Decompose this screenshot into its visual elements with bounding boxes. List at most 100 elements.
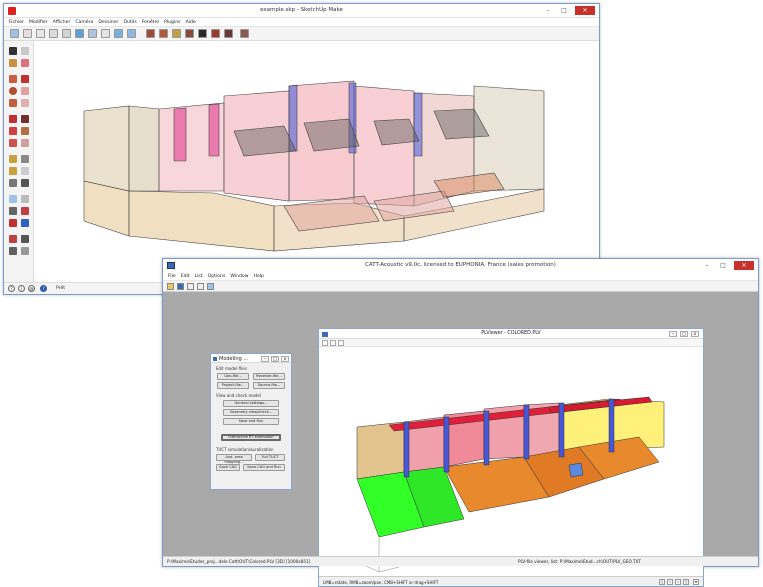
credits-icon[interactable]: i (18, 285, 25, 292)
menu-window[interactable]: Window (230, 272, 248, 281)
window-icon[interactable] (207, 283, 214, 290)
maximize-icon[interactable]: □ (557, 6, 571, 15)
restore-icon[interactable]: □ (271, 355, 279, 362)
shaded-icon[interactable] (114, 29, 123, 38)
catt-title-bar[interactable]: CATT-Acoustic v9.0c, licensed to EUPHONI… (163, 259, 758, 272)
paint-bucket-icon[interactable] (9, 59, 17, 67)
maximize-icon[interactable]: □ (716, 261, 730, 270)
right-view-icon[interactable] (49, 29, 58, 38)
viewer-icon[interactable] (197, 283, 204, 290)
wireframe-icon[interactable] (88, 29, 97, 38)
menu-help[interactable]: Aide (186, 18, 196, 27)
plugin-tool-icon[interactable] (172, 29, 181, 38)
select-arrow-icon[interactable] (9, 47, 17, 55)
previous-page-icon[interactable]: ‹ (667, 579, 673, 585)
walk-icon[interactable] (9, 247, 17, 255)
front-view-icon[interactable] (36, 29, 45, 38)
maximize-icon[interactable]: □ (680, 330, 688, 337)
viewer-tool-icon[interactable] (330, 340, 336, 346)
close-icon[interactable]: x (691, 330, 699, 337)
viewer-tool-icon[interactable] (338, 340, 344, 346)
previous-view-icon[interactable] (21, 219, 29, 227)
minimize-icon[interactable]: – (669, 330, 677, 337)
source-file-button[interactable]: Source-file... (253, 382, 285, 389)
help-icon[interactable]: ? (40, 285, 47, 292)
last-page-icon[interactable]: | (683, 579, 689, 585)
arc-icon[interactable] (21, 87, 29, 95)
menu-draw[interactable]: Dessiner (98, 18, 118, 27)
text-icon[interactable] (21, 167, 29, 175)
follow-me-icon[interactable] (21, 127, 29, 135)
menu-file[interactable]: File (168, 272, 176, 281)
orbit-icon[interactable] (9, 195, 17, 203)
line-icon[interactable] (21, 75, 29, 83)
minimize-icon[interactable]: – (261, 355, 269, 362)
rectangle-icon[interactable] (9, 75, 17, 83)
axes-icon[interactable] (9, 179, 17, 187)
freehand-icon[interactable] (21, 99, 29, 107)
minimize-icon[interactable]: – (541, 6, 555, 15)
save-and-run-button[interactable]: Save and Run (223, 418, 279, 425)
position-camera-icon[interactable] (9, 235, 17, 243)
push-pull-icon[interactable] (21, 115, 29, 123)
dimension-icon[interactable] (21, 155, 29, 163)
component-icon[interactable] (21, 47, 29, 55)
save-icon[interactable] (177, 283, 184, 290)
save-cag-run-button[interactable]: Save CAG and Run (243, 464, 285, 471)
zoom-window-icon[interactable] (21, 207, 29, 215)
zoom-icon[interactable] (9, 207, 17, 215)
plugin-tool-icon[interactable] (146, 29, 155, 38)
menu-tools[interactable]: Outils (123, 18, 136, 27)
interactive-rt-button[interactable]: Interactive RT estimation (221, 434, 281, 441)
geo-file-button[interactable]: Geo-file... (217, 373, 249, 380)
menu-options[interactable]: Options (208, 272, 226, 281)
open-folder-icon[interactable] (167, 283, 174, 290)
minimize-icon[interactable]: – (700, 261, 714, 270)
hidden-line-icon[interactable] (101, 29, 110, 38)
menu-plugins[interactable]: Plugins (164, 18, 180, 27)
scale-icon[interactable] (9, 139, 17, 147)
look-around-icon[interactable] (21, 235, 29, 243)
geolocation-icon[interactable]: ? (8, 285, 15, 292)
save-cag-button[interactable]: Save CAG (216, 464, 240, 471)
pan-icon[interactable] (21, 195, 29, 203)
plugin-tool-icon[interactable] (159, 29, 168, 38)
xray-icon[interactable] (75, 29, 84, 38)
user-icon[interactable]: @ (28, 285, 35, 292)
textured-icon[interactable] (127, 29, 136, 38)
rotate-icon[interactable] (9, 127, 17, 135)
circle-icon[interactable] (9, 87, 17, 95)
print-icon[interactable] (187, 283, 194, 290)
plviewer-title-bar[interactable]: PLViewer - COLORED.PLV – □ x (319, 329, 703, 339)
audience-mapping-button[interactable]: Aud. area mapping... (216, 454, 252, 464)
sketchup-3d-viewport[interactable] (34, 41, 599, 284)
close-icon[interactable]: ✕ (575, 6, 595, 15)
menu-help[interactable]: Help (253, 272, 263, 281)
back-view-icon[interactable] (62, 29, 71, 38)
plugin-tool-icon[interactable] (224, 29, 233, 38)
menu-edit[interactable]: Edit (181, 272, 190, 281)
menu-list[interactable]: List (195, 272, 203, 281)
viewer-menu-icon[interactable]: ▾ (693, 579, 699, 585)
plugin-tool-icon[interactable] (240, 29, 249, 38)
eraser-icon[interactable] (21, 59, 29, 67)
next-page-icon[interactable]: › (675, 579, 681, 585)
close-icon[interactable]: ✕ (734, 261, 754, 270)
receiver-file-button[interactable]: Receiver-file... (253, 373, 285, 380)
geometry-view-button[interactable]: Geometry view/check... (223, 409, 279, 416)
first-page-icon[interactable]: | (659, 579, 665, 585)
iso-view-icon[interactable] (10, 29, 19, 38)
offset-icon[interactable] (21, 139, 29, 147)
menu-file[interactable]: Fichier (9, 18, 24, 27)
zoom-extents-icon[interactable] (9, 219, 17, 227)
move-icon[interactable] (9, 115, 17, 123)
viewer-tool-icon[interactable] (322, 340, 328, 346)
section-plane-icon[interactable] (21, 247, 29, 255)
top-view-icon[interactable] (23, 29, 32, 38)
plugin-tool-icon[interactable] (185, 29, 194, 38)
close-icon[interactable]: x (281, 355, 289, 362)
polygon-icon[interactable] (9, 99, 17, 107)
3d-text-icon[interactable] (21, 179, 29, 187)
plugin-tool-icon[interactable] (198, 29, 207, 38)
project-file-button[interactable]: Project-file... (217, 382, 249, 389)
